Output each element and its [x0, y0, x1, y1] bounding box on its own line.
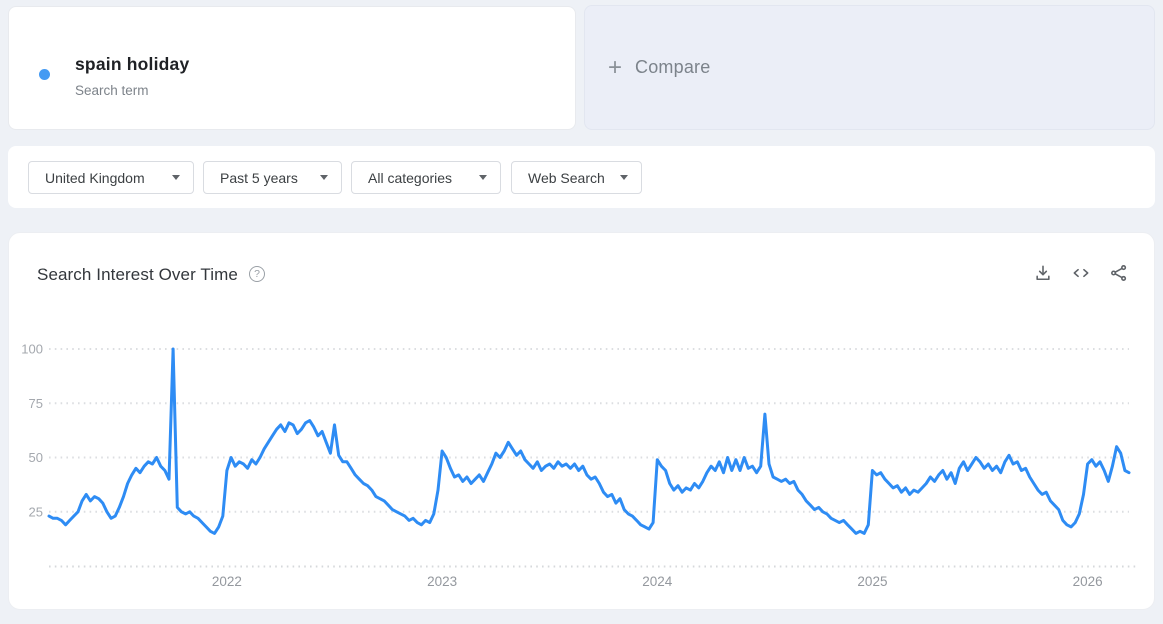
caret-down-icon	[172, 175, 180, 180]
time-range-filter-label: Past 5 years	[220, 170, 298, 186]
compare-label: Compare	[635, 57, 710, 78]
interest-over-time-chart[interactable]: 100 75 50 25 2022 2023 2024 2025 2026	[9, 233, 1156, 611]
country-filter-label: United Kingdom	[45, 170, 145, 186]
search-term-card[interactable]: spain holiday Search term	[8, 6, 576, 130]
svg-text:2023: 2023	[427, 574, 457, 589]
svg-text:2024: 2024	[642, 574, 673, 589]
caret-down-icon	[620, 175, 628, 180]
search-type-filter-dropdown[interactable]: Web Search	[511, 161, 642, 194]
plus-icon: +	[608, 56, 622, 80]
filter-bar: United Kingdom Past 5 years All categori…	[8, 146, 1155, 208]
category-filter-label: All categories	[368, 170, 452, 186]
caret-down-icon	[320, 175, 328, 180]
svg-text:100: 100	[21, 342, 43, 357]
interest-over-time-card: Search Interest Over Time ? 100755025202…	[8, 232, 1155, 610]
svg-text:2022: 2022	[212, 574, 242, 589]
svg-text:2026: 2026	[1073, 574, 1103, 589]
search-term-title: spain holiday	[75, 54, 189, 75]
svg-text:75: 75	[29, 396, 43, 411]
svg-text:25: 25	[29, 504, 43, 519]
search-type-filter-label: Web Search	[528, 170, 605, 186]
country-filter-dropdown[interactable]: United Kingdom	[28, 161, 194, 194]
svg-text:50: 50	[29, 450, 43, 465]
time-range-filter-dropdown[interactable]: Past 5 years	[203, 161, 342, 194]
search-term-subtitle: Search term	[75, 83, 149, 98]
category-filter-dropdown[interactable]: All categories	[351, 161, 501, 194]
svg-text:2025: 2025	[857, 574, 887, 589]
series-color-dot	[39, 69, 50, 80]
compare-add-card[interactable]: + Compare	[584, 5, 1155, 130]
google-trends-explore-page: spain holiday Search term + Compare Unit…	[0, 0, 1163, 624]
caret-down-icon	[479, 175, 487, 180]
